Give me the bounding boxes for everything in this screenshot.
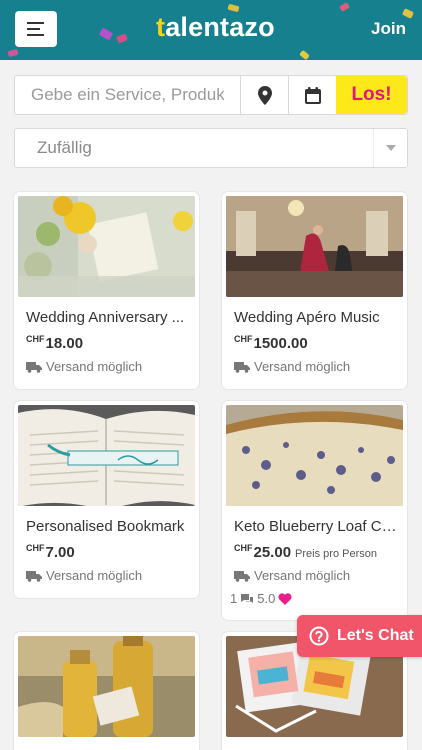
listing-card[interactable]: Wedding Anniversary ... CHF18.00 Versand… [14, 192, 199, 389]
listing-card[interactable]: Wedding Apéro Music CHF1500.00 Versand m… [222, 192, 407, 389]
truck-icon [234, 361, 250, 373]
confetti-decoration [339, 2, 350, 12]
shipping-info: Versand möglich [26, 359, 142, 374]
top-nav-bar: talentazo Join [0, 0, 422, 60]
caret-down-icon [385, 145, 396, 151]
listing-card[interactable]: Keto Blueberry Loaf Ca... CHF25.00 Preis … [222, 401, 407, 620]
listing-price: CHF1500.00 [234, 334, 308, 352]
talentazo-logo[interactable]: talentazo [156, 12, 275, 43]
hamburger-menu-icon [27, 22, 44, 24]
listing-image [18, 636, 195, 737]
rating-summary: 1 5.0 [230, 591, 292, 606]
menu-button[interactable] [15, 11, 57, 47]
calendar-icon [304, 86, 321, 104]
truck-icon [26, 570, 42, 582]
price-value: 1500.00 [253, 335, 308, 352]
confetti-decoration [401, 8, 415, 19]
dropdown-toggle [373, 129, 407, 167]
confetti-decoration [7, 48, 19, 58]
listing-image [18, 196, 195, 297]
heart-icon [278, 592, 292, 605]
listing-image [18, 405, 195, 506]
comments-icon [241, 593, 254, 603]
listing-image [226, 196, 403, 297]
listing-price: CHF18.00 [26, 334, 83, 352]
shipping-info: Versand möglich [26, 568, 142, 583]
shipping-label: Versand möglich [254, 359, 351, 374]
listing-price: CHF25.00 Preis pro Person [234, 543, 377, 561]
listing-price: CHF7.00 [26, 543, 75, 561]
hamburger-menu-icon-bar [27, 28, 40, 30]
price-note: Preis pro Person [295, 548, 377, 560]
rating-value: 5.0 [257, 591, 276, 606]
location-button[interactable] [240, 76, 288, 114]
join-button[interactable]: Join [371, 19, 406, 39]
shipping-info: Versand möglich [234, 568, 350, 583]
price-value: 7.00 [45, 544, 75, 561]
logo-letter-t: t [156, 12, 166, 42]
listing-image [226, 405, 403, 506]
listing-card[interactable] [14, 632, 199, 750]
search-go-button[interactable]: Los! [336, 76, 407, 114]
confetti-decoration [116, 33, 128, 44]
shipping-info: Versand möglich [234, 359, 350, 374]
listing-card[interactable]: Personalised Bookmark CHF7.00 Versand mö… [14, 401, 199, 598]
confetti-decoration [98, 27, 114, 41]
currency-label: CHF [234, 334, 253, 344]
shipping-label: Versand möglich [46, 359, 143, 374]
sort-selected-value: Zufällig [37, 138, 92, 157]
lets-chat-button[interactable]: Let's Chat [297, 615, 422, 657]
price-value: 25.00 [253, 544, 292, 561]
currency-label: CHF [26, 334, 45, 344]
listing-title: Personalised Bookmark [26, 518, 185, 535]
chat-label: Let's Chat [337, 627, 414, 644]
truck-icon [234, 570, 250, 582]
date-button[interactable] [288, 76, 336, 114]
price-value: 18.00 [45, 335, 84, 352]
map-pin-icon [257, 85, 272, 105]
review-count: 1 [230, 591, 238, 606]
search-input[interactable] [15, 76, 240, 114]
search-bar: Los! [14, 75, 408, 115]
shipping-label: Versand möglich [254, 568, 351, 583]
confetti-decoration [299, 49, 310, 60]
shipping-label: Versand möglich [46, 568, 143, 583]
currency-label: CHF [26, 543, 45, 553]
listing-title: Keto Blueberry Loaf Ca... [234, 518, 399, 535]
sort-dropdown[interactable]: Zufällig [14, 128, 408, 168]
help-circle-icon [309, 626, 329, 646]
listing-title: Wedding Anniversary ... [26, 309, 185, 326]
hamburger-menu-icon-bar [27, 34, 44, 36]
logo-text: alentazo [165, 12, 275, 42]
currency-label: CHF [234, 543, 253, 553]
listing-title: Wedding Apéro Music [234, 309, 380, 326]
truck-icon [26, 361, 42, 373]
